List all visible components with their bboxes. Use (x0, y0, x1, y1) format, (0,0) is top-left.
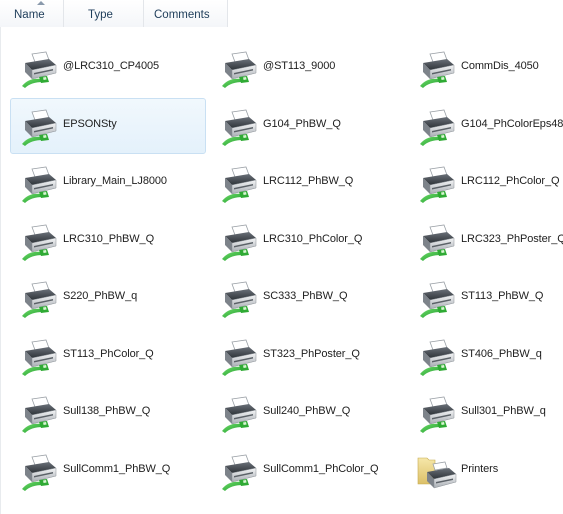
printer-item[interactable]: G104_PhBW_Q (210, 98, 406, 154)
printer-item-label: SullComm1_PhColor_Q (263, 462, 379, 475)
printer-item[interactable]: LRC112_PhColor_Q (408, 155, 563, 211)
printer-item[interactable]: Sull301_PhBW_q (408, 385, 563, 441)
network-printer-icon (19, 109, 59, 147)
printer-item[interactable]: SullComm1_PhBW_Q (10, 443, 206, 499)
printer-item-label: LRC112_PhColor_Q (461, 175, 560, 187)
printer-item-label: SullComm1_PhBW_Q (63, 462, 171, 475)
printer-item-label: ST406_PhBW_q (461, 347, 542, 360)
network-printer-icon (219, 396, 259, 434)
printer-item-label: LRC112_PhBW_Q (263, 175, 354, 187)
printer-item-label: LRC310_PhBW_Q (63, 232, 155, 245)
printer-item-label: LRC310_PhColor_Q (263, 232, 363, 245)
printer-item-label: Sull301_PhBW_q (461, 405, 546, 417)
network-printer-icon (417, 51, 457, 89)
network-printer-icon (219, 339, 259, 377)
printer-item-label: LRC323_PhPoster_Q (461, 232, 563, 245)
network-printer-icon (19, 166, 59, 204)
printer-item-label: Sull240_PhBW_Q (263, 405, 351, 417)
printer-item[interactable]: LRC112_PhBW_Q (210, 155, 406, 211)
network-printer-icon (219, 166, 259, 204)
printer-item[interactable]: SC333_PhBW_Q (210, 270, 406, 326)
printer-item[interactable]: G104_PhColorEps4800_Q (408, 98, 563, 154)
printer-item-label: @LRC310_CP4005 (63, 60, 159, 72)
column-header-name-label: Name (14, 9, 45, 21)
network-printer-icon (19, 396, 59, 434)
printer-item[interactable]: ST323_PhPoster_Q (210, 328, 406, 384)
network-printer-icon (417, 339, 457, 377)
printer-item[interactable]: CommDis_4050 (408, 40, 563, 96)
printer-item[interactable]: LRC323_PhPoster_Q (408, 213, 563, 269)
pane-divider (0, 27, 1, 514)
column-header-type-label: Type (88, 9, 113, 21)
printer-item[interactable]: LRC310_PhColor_Q (210, 213, 406, 269)
sort-ascending-icon (37, 1, 45, 5)
printer-item[interactable]: Library_Main_LJ8000 (10, 155, 206, 211)
network-printer-icon (19, 454, 59, 492)
printer-item-label: ST323_PhPoster_Q (263, 347, 360, 360)
printer-item[interactable]: SullComm1_PhColor_Q (210, 443, 406, 499)
printer-item-label: Sull138_PhBW_Q (63, 405, 151, 417)
printer-item[interactable]: EPSONSty (10, 97, 206, 154)
printer-item-label: EPSONSty (63, 117, 117, 130)
network-printer-icon (19, 339, 59, 377)
column-header-bar: Name Type Comments (0, 0, 228, 27)
network-printer-icon (19, 51, 59, 89)
network-printer-icon (417, 281, 457, 319)
network-printer-icon (219, 281, 259, 319)
printer-item[interactable]: ST113_PhColor_Q (10, 328, 206, 384)
printer-item[interactable]: @LRC310_CP4005 (10, 40, 206, 96)
column-header-comments-label: Comments (154, 9, 210, 21)
printer-item[interactable]: S220_PhBW_q (10, 270, 206, 326)
network-printer-icon (417, 396, 457, 434)
printer-item[interactable]: ST113_PhBW_Q (408, 270, 563, 326)
printer-item[interactable]: Sull138_PhBW_Q (10, 385, 206, 441)
network-printer-icon (19, 224, 59, 262)
printer-item[interactable]: @ST113_9000 (210, 40, 406, 96)
printer-item-label: CommDis_4050 (461, 60, 539, 72)
printer-item-label: S220_PhBW_q (63, 290, 138, 302)
printer-item-label: Library_Main_LJ8000 (63, 175, 167, 187)
printer-item-label: SC333_PhBW_Q (263, 290, 348, 302)
network-printer-icon (417, 224, 457, 262)
column-header-type[interactable]: Type (64, 0, 144, 27)
printer-item-label: G104_PhColorEps4800_Q (461, 117, 563, 130)
printer-item-label: ST113_PhColor_Q (63, 347, 154, 360)
network-printer-icon (417, 166, 457, 204)
printer-item[interactable]: ST406_PhBW_q (408, 328, 563, 384)
printers-folder-icon (417, 454, 457, 492)
printer-item-label: G104_PhBW_Q (263, 117, 341, 130)
printer-item[interactable]: Printers (408, 443, 563, 499)
network-printer-icon (19, 281, 59, 319)
printer-item[interactable]: LRC310_PhBW_Q (10, 213, 206, 269)
printer-item[interactable]: Sull240_PhBW_Q (210, 385, 406, 441)
network-printer-icon (219, 454, 259, 492)
printer-item-label: Printers (461, 462, 499, 475)
printer-item-label: @ST113_9000 (263, 60, 336, 72)
network-printer-icon (219, 224, 259, 262)
column-header-comments[interactable]: Comments (144, 0, 228, 27)
network-printer-icon (219, 51, 259, 89)
printer-item-label: ST113_PhBW_Q (461, 290, 544, 302)
network-printer-icon (417, 109, 457, 147)
column-header-name[interactable]: Name (0, 0, 64, 27)
file-explorer-window: Name Type Comments @LRC310_CP4005 @ST113… (0, 0, 563, 514)
network-printer-icon (219, 109, 259, 147)
